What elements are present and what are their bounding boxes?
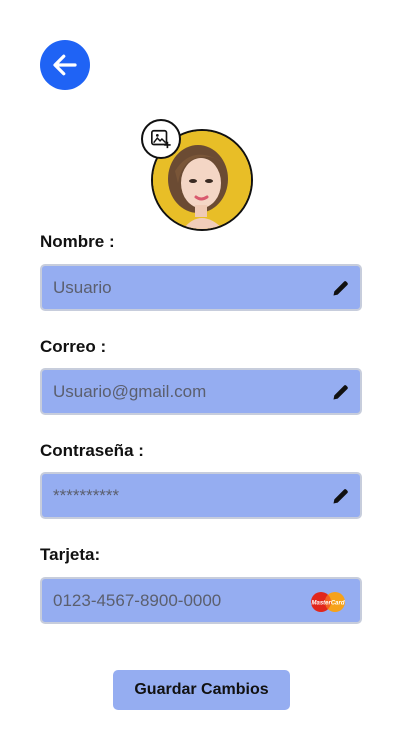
name-label: Nombre : <box>40 232 115 251</box>
add-image-icon <box>151 129 171 149</box>
name-input[interactable] <box>53 266 313 309</box>
password-input[interactable] <box>53 474 313 517</box>
back-button[interactable] <box>40 40 90 90</box>
password-label: Contraseña : <box>40 441 144 460</box>
card-field-container: MasterCard <box>40 577 362 624</box>
card-brand-text: MasterCard <box>311 601 344 607</box>
save-changes-button[interactable]: Guardar Cambios <box>113 670 290 710</box>
email-input[interactable] <box>53 370 313 413</box>
arrow-left-icon <box>53 54 77 76</box>
name-field-container <box>40 264 362 311</box>
email-field-container <box>40 368 362 415</box>
card-input[interactable] <box>53 579 313 622</box>
card-label: Tarjeta: <box>40 545 101 564</box>
pencil-icon[interactable] <box>331 382 351 402</box>
password-field-container <box>40 472 362 519</box>
mastercard-icon: MasterCard <box>311 592 345 612</box>
pencil-icon[interactable] <box>331 486 351 506</box>
pencil-icon[interactable] <box>331 278 351 298</box>
change-photo-button[interactable] <box>141 119 181 159</box>
email-label: Correo : <box>40 337 107 356</box>
